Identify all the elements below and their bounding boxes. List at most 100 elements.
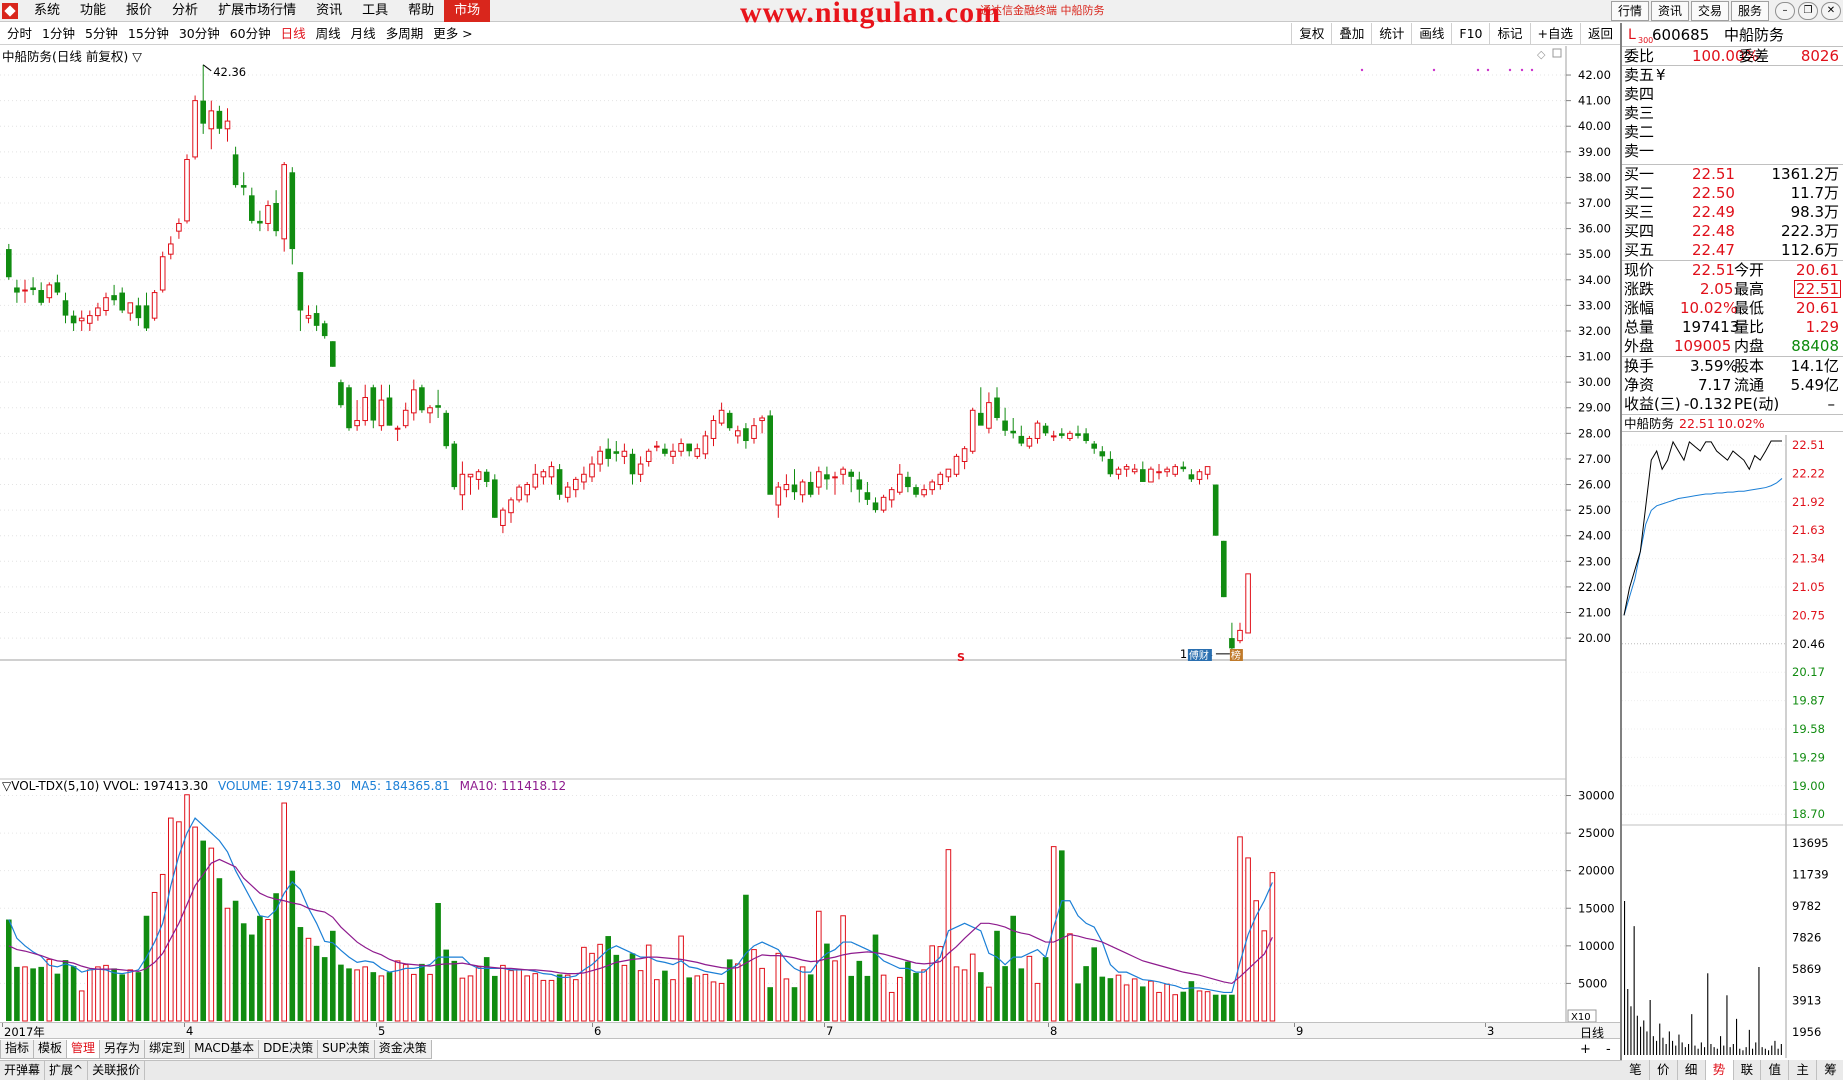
volume-bar [1221, 994, 1227, 1021]
menu-item-system[interactable]: 系统 [24, 0, 70, 22]
date-axis: 2017年 4 5 6 7 8 9 3 日线 [0, 1022, 1620, 1041]
period-label[interactable]: 日线 [1580, 1024, 1604, 1041]
related-quote-button[interactable]: 关联报价 [88, 1061, 146, 1080]
mini-volume-bar [1672, 1040, 1674, 1055]
period-tab-weekly[interactable]: 周线 [311, 23, 346, 45]
menu-item-news[interactable]: 资讯 [306, 0, 352, 22]
draw-line-button[interactable]: 画线 [1411, 23, 1451, 45]
buy-row[interactable]: 买二 22.50 11.7万 [1622, 184, 1843, 203]
period-tab-monthly[interactable]: 月线 [346, 23, 381, 45]
volume-bar [581, 946, 587, 1022]
menu-item-tools[interactable]: 工具 [352, 0, 398, 22]
menu-bar: 系统 功能 报价 分析 扩展市场行情 资讯 工具 帮助 市场 通达信金融终端 中… [0, 0, 1843, 29]
vol-legend-prefix[interactable]: ▽VOL-TDX(5,10) VVOL: 197413.30 [2, 779, 208, 793]
trade-button[interactable]: 交易 [1690, 1, 1729, 21]
candle-body [726, 412, 733, 429]
buy-price: 22.49 [1692, 203, 1735, 221]
overlay-button[interactable]: 叠加 [1331, 23, 1371, 45]
date-axis-tick [2, 1023, 3, 1027]
stock-name[interactable]: 中船防务 [1724, 23, 1784, 47]
menu-item-analysis[interactable]: 分析 [162, 0, 208, 22]
tab-dde[interactable]: DDE决策 [258, 1040, 319, 1059]
sell-row: 卖二 [1622, 123, 1843, 142]
buy-row[interactable]: 买一 22.51 1361.2万 [1622, 165, 1843, 184]
tab-bind-to[interactable]: 绑定到 [144, 1040, 191, 1059]
candle-body [945, 468, 952, 478]
mini-volume-bar [1723, 1045, 1725, 1055]
stock-code[interactable]: 600685 [1652, 23, 1709, 47]
stats-button[interactable]: 统计 [1371, 23, 1411, 45]
period-tab-daily[interactable]: 日线 [276, 23, 311, 45]
tab-save-as[interactable]: 另存为 [99, 1040, 146, 1059]
chart-title[interactable]: 中船防务(日线 前复权) ▽ [2, 46, 142, 65]
period-tab-multi[interactable]: 多周期 [381, 23, 429, 45]
right-tab-price[interactable]: 价 [1649, 1060, 1678, 1080]
mini-volume-label: 13695 [1792, 836, 1829, 850]
buy-row[interactable]: 买四 22.48 222.3万 [1622, 222, 1843, 241]
candle-body [621, 450, 628, 457]
menu-item-quote[interactable]: 报价 [116, 0, 162, 22]
stat-label: 流通 [1734, 376, 1765, 394]
mark-button[interactable]: 标记 [1489, 23, 1529, 45]
vol-legend-volume: VOLUME: 197413.30 [217, 779, 341, 793]
news-button[interactable]: 资讯 [1650, 1, 1689, 21]
volume-bar [1188, 981, 1195, 1021]
zoom-in-button[interactable]: + [1580, 1040, 1591, 1059]
volume-bar [1115, 974, 1122, 1022]
volume-bar [467, 975, 474, 1022]
menu-item-help[interactable]: 帮助 [398, 0, 444, 22]
right-tab-trend[interactable]: 势 [1705, 1060, 1734, 1080]
f10-button[interactable]: F10 [1451, 23, 1489, 45]
right-tab-chips[interactable]: 筹 [1817, 1060, 1843, 1080]
sell-label: 卖一 [1624, 142, 1655, 160]
candle-body [62, 300, 69, 316]
close-icon[interactable]: ✕ [1821, 2, 1841, 20]
right-tab-detail[interactable]: 细 [1677, 1060, 1706, 1080]
tab-fund[interactable]: 资金决策 [373, 1040, 432, 1059]
service-button[interactable]: 服务 [1730, 1, 1769, 21]
right-tab-ticks[interactable]: 笔 [1622, 1060, 1650, 1080]
app-logo-icon[interactable] [2, 3, 18, 19]
volume-bar [556, 974, 563, 1021]
back-button[interactable]: 返回 [1579, 23, 1620, 45]
tab-indicator[interactable]: 指标 [0, 1040, 35, 1059]
period-tab-5min[interactable]: 5分钟 [80, 23, 123, 45]
buy-row[interactable]: 买五 22.47 112.6万 [1622, 241, 1843, 260]
danmaku-button[interactable]: 开弹幕 [0, 1061, 46, 1080]
tab-manage[interactable]: 管理 [66, 1040, 101, 1059]
right-tab-related[interactable]: 联 [1733, 1060, 1762, 1080]
date-axis-label: 6 [594, 1024, 602, 1038]
mini-volume-bar [1768, 1050, 1770, 1055]
restore-icon[interactable]: ❐ [1798, 2, 1818, 20]
quotes-button[interactable]: 行情 [1610, 1, 1649, 21]
kline-chart[interactable]: 20.00 21.00 22.00 23.00 24.00 25.00 26.00 27.00… [0, 46, 1620, 1022]
period-tab-more[interactable]: 更多 > [428, 23, 477, 45]
period-tab-15min[interactable]: 15分钟 [123, 23, 174, 45]
candle-body [168, 243, 174, 255]
candle-body [832, 476, 838, 479]
right-tab-main[interactable]: 主 [1789, 1060, 1818, 1080]
right-tab-value[interactable]: 值 [1761, 1060, 1790, 1080]
tab-template[interactable]: 模板 [33, 1040, 68, 1059]
menu-item-market[interactable]: 市场 [444, 0, 491, 22]
menu-item-extended-market[interactable]: 扩展市场行情 [208, 0, 306, 22]
adjust-button[interactable]: 复权 [1291, 23, 1331, 45]
intraday-mini-chart[interactable]: 22.51 22.22 21.92 21.63 21.34 21.05 20.75 20.46… [1622, 435, 1843, 1058]
menu-item-function[interactable]: 功能 [70, 0, 116, 22]
zoom-out-button[interactable]: - [1606, 1040, 1611, 1059]
volume-bar [1269, 872, 1276, 1022]
candle-body [1091, 443, 1097, 449]
expand-button[interactable]: 扩展^ [45, 1061, 89, 1080]
period-tab-60min[interactable]: 60分钟 [225, 23, 276, 45]
period-tab-1min[interactable]: 1分钟 [37, 23, 80, 45]
period-tab-30min[interactable]: 30分钟 [174, 23, 225, 45]
price-tick-label: 24.00 [1578, 529, 1611, 543]
tab-macd[interactable]: MACD基本 [189, 1040, 260, 1059]
tab-sup[interactable]: SUP决策 [317, 1040, 375, 1059]
minimize-icon[interactable]: – [1775, 2, 1795, 20]
period-tab-timeshare[interactable]: 分时 [2, 23, 37, 45]
add-watchlist-button[interactable]: +自选 [1529, 23, 1580, 45]
mini-volume-bar [1697, 1048, 1699, 1055]
volume-bar [1099, 976, 1106, 1021]
buy-row[interactable]: 买三 22.49 98.3万 [1622, 203, 1843, 222]
